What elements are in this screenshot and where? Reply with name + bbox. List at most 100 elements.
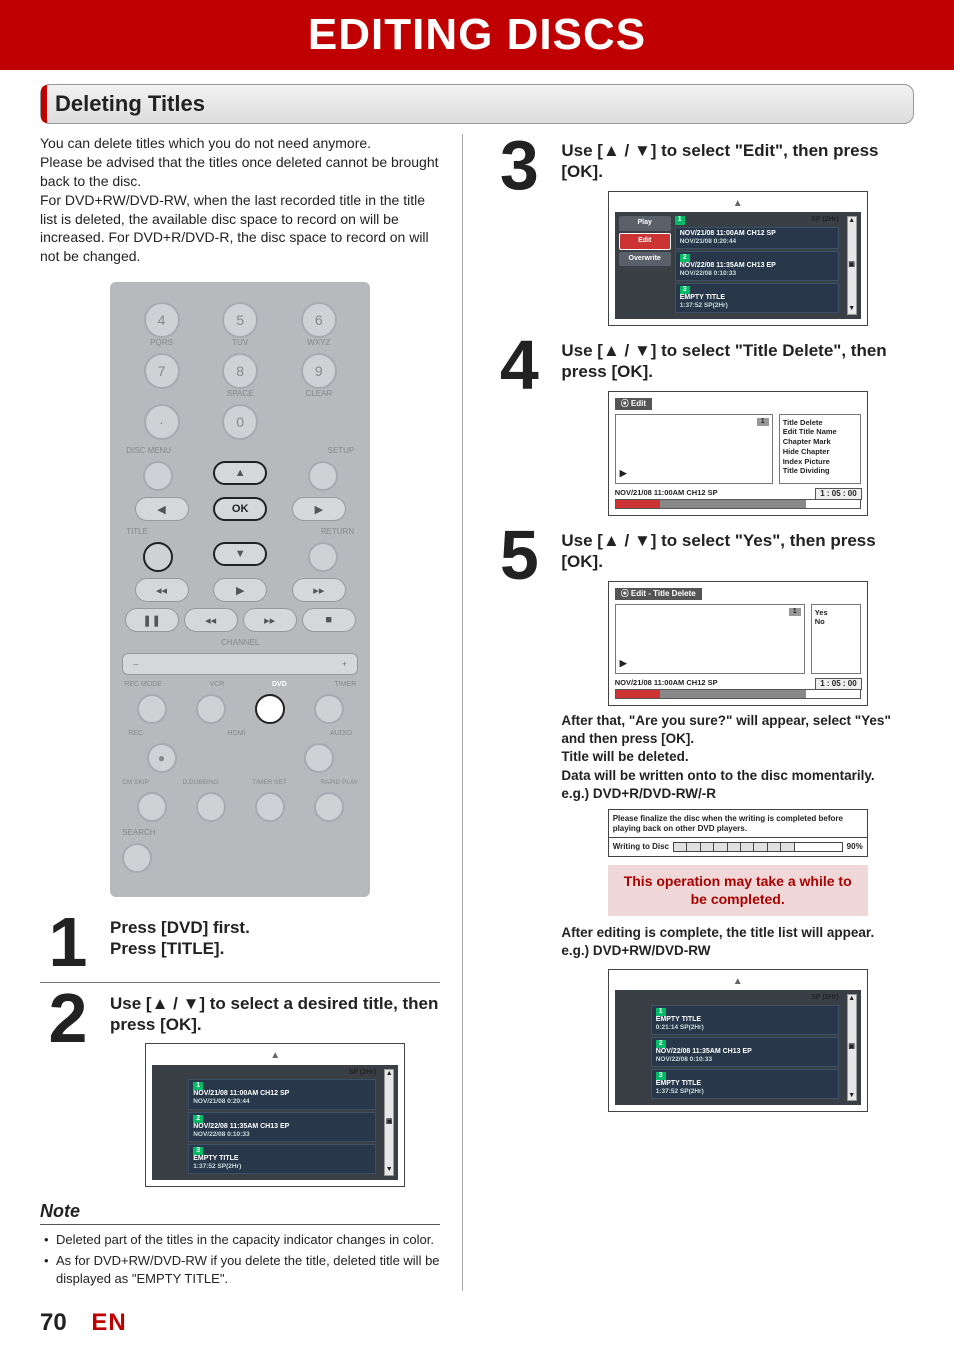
s5l-row-2: 2NOV/22/08 11:35AM CH13 EPNOV/22/08 0:10… — [651, 1037, 839, 1067]
remote-key-4: 4 — [144, 302, 180, 338]
remote-label-vcr: VCR — [210, 681, 225, 688]
note-heading: Note — [40, 1201, 440, 1225]
after-l3: Data will be written onto to the disc mo… — [561, 768, 874, 783]
step-1-number: 1 — [40, 917, 96, 967]
page: EDITING DISCS Deleting Titles You can de… — [0, 0, 954, 1361]
remote-stop-button: ■ — [302, 608, 356, 632]
remote-right-button: ▶ — [292, 497, 346, 521]
play-icon: ▶ — [620, 468, 627, 479]
remote-label-recmode: REC MODE — [124, 681, 162, 688]
remote-label-setup: SETUP — [328, 446, 355, 455]
s3-num-3: 3 — [680, 286, 690, 294]
remote-next-button: ▸▸ — [292, 578, 346, 602]
remote-key-5: 5 — [222, 302, 258, 338]
remote-play-button: ▶ — [213, 578, 267, 602]
remote-label-wxyz: WXYZ — [301, 338, 337, 347]
scrollbar-icon: ▲▣▼ — [384, 1069, 394, 1176]
option-no: No — [815, 617, 857, 627]
option-yes: Yes — [815, 608, 857, 618]
step-3-text: Use [▲ / ▼] to select "Edit", then press… — [561, 140, 914, 183]
s3-row-2: 2NOV/22/08 11:35AM CH13 EPNOV/22/08 0:10… — [675, 251, 839, 281]
intro-line3: For DVD+RW/DVD-RW, when the last recorde… — [40, 192, 429, 265]
remote-down-button: ▼ — [213, 542, 267, 566]
menu-edit-title-name: Edit Title Name — [783, 427, 857, 437]
step-5-text: Use [▲ / ▼] to select "Yes", then press … — [561, 530, 914, 573]
s5l-row-1: 1EMPTY TITLE0:21:14 SP(2Hr) — [651, 1005, 839, 1035]
title-num-3: 3 — [193, 1147, 203, 1155]
remote-discmenu-button — [143, 461, 173, 491]
side-edit: Edit — [619, 233, 671, 250]
step-3: 3 Use [▲ / ▼] to select "Edit", then pre… — [491, 140, 914, 326]
title-row-3b: 1:37:52 SP(2Hr) — [193, 1163, 241, 1170]
after-l4: e.g.) DVD+R/DVD-RW/-R — [561, 786, 716, 801]
remote-channel-bar: –+ — [122, 653, 358, 675]
remote-label-hdmi: HDMI — [228, 730, 246, 737]
remote-left-button: ◀ — [135, 497, 189, 521]
step-5-number: 5 — [491, 530, 547, 1112]
remote-key-0: 0 — [222, 404, 258, 440]
remote-illustration: 4PQRS 5TUV 6WXYZ 7 8SPACE 9CLEAR · 0 DIS… — [110, 282, 370, 897]
edit-delete-title-bar: Edit - Title Delete — [615, 588, 702, 600]
remote-key-9: 9 — [301, 353, 337, 389]
progress-time: 1 : 05 : 00 — [815, 678, 861, 690]
remote-label-tuv: TUV — [222, 338, 258, 347]
edit-menu-list: Title Delete Edit Title Name Chapter Mar… — [779, 414, 861, 484]
remote-label-search: SEARCH — [122, 828, 358, 837]
intro-line2: Please be advised that the titles once d… — [40, 154, 439, 189]
s3-row-1b: NOV/21/08 0:20:44 — [680, 238, 736, 245]
remote-title-button — [143, 542, 173, 572]
preview-pane: 1 ▶ — [615, 414, 773, 484]
remote-channel-minus: – — [133, 659, 138, 669]
remote-timer-button — [314, 694, 344, 724]
step-3-screenshot: ▲ Play Edit Overwrite 1SP (2Hr) NOV/21/0… — [608, 191, 868, 327]
menu-title-delete: Title Delete — [783, 418, 857, 428]
title-row-1a: NOV/21/08 11:00AM CH12 SP — [193, 1090, 289, 1097]
left-column: You can delete titles which you do not n… — [40, 134, 463, 1291]
title-row-3: 3EMPTY TITLE1:37:52 SP(2Hr) — [188, 1144, 376, 1174]
step-4-text: Use [▲ / ▼] to select "Title Delete", th… — [561, 340, 914, 383]
step-1-line2: Press [TITLE]. — [110, 938, 440, 959]
menu-hide-chapter: Hide Chapter — [783, 447, 857, 457]
s3-row-2b: NOV/22/08 0:10:33 — [680, 270, 736, 277]
remote-label-channel: CHANNEL — [122, 638, 358, 647]
step-4-screenshot: Edit 1 ▶ Title Delete Edit Title Name Ch… — [608, 391, 868, 516]
s5l-num-2: 2 — [656, 1040, 666, 1048]
remote-rec-button: ● — [147, 743, 177, 773]
after-l1: After that, "Are you sure?" will appear,… — [561, 713, 890, 746]
page-footer: 70 EN — [40, 1309, 914, 1337]
s3-mode: SP (2Hr) — [811, 216, 839, 225]
remote-audio-button — [304, 743, 334, 773]
chevron-up-icon: ▲ — [615, 976, 861, 989]
play-icon: ▶ — [620, 658, 627, 669]
remote-rew-button: ◂◂ — [184, 608, 238, 632]
s5l-row-1a: EMPTY TITLE — [656, 1016, 701, 1023]
remote-timerset-button — [255, 792, 285, 822]
s3-row-1a: NOV/21/08 11:00AM CH12 SP — [680, 230, 776, 237]
s5l-row-3b: 1:37:52 SP(2Hr) — [656, 1088, 704, 1095]
s3-row-3b: 1:37:52 SP(2Hr) — [680, 302, 728, 309]
s3-row-3: 3EMPTY TITLE1:37:52 SP(2Hr) — [675, 283, 839, 313]
step-4: 4 Use [▲ / ▼] to select "Title Delete", … — [491, 340, 914, 516]
preview-badge: 1 — [789, 608, 801, 617]
remote-label-timerset: TIMER SET — [252, 779, 287, 786]
step-1: 1 Press [DVD] first. Press [TITLE]. — [40, 917, 440, 967]
remote-recmode-button — [137, 694, 167, 724]
remote-search-button — [122, 843, 152, 873]
remote-key-8: 8 — [222, 353, 258, 389]
s3-row-3a: EMPTY TITLE — [680, 294, 725, 301]
s5l-row-1b: 0:21:14 SP(2Hr) — [656, 1024, 704, 1031]
after-text-block: After that, "Are you sure?" will appear,… — [561, 712, 914, 803]
remote-label-title: TITLE — [126, 527, 148, 536]
remote-return-button — [308, 542, 338, 572]
step-2-text: Use [▲ / ▼] to select a desired title, t… — [110, 993, 440, 1036]
preview-badge: 1 — [757, 418, 769, 427]
title-num-2: 2 — [193, 1115, 203, 1123]
s5l-row-2a: NOV/22/08 11:35AM CH13 EP — [656, 1048, 752, 1055]
rec-mode-tag: SP (2Hr) — [349, 1069, 377, 1078]
step-4-number: 4 — [491, 340, 547, 516]
side-overwrite: Overwrite — [619, 252, 671, 267]
remote-ff-button: ▸▸ — [243, 608, 297, 632]
s5l-row-2b: NOV/22/08 0:10:33 — [656, 1056, 712, 1063]
writing-progress-bar — [673, 842, 843, 852]
remote-label-space: SPACE — [222, 389, 258, 398]
